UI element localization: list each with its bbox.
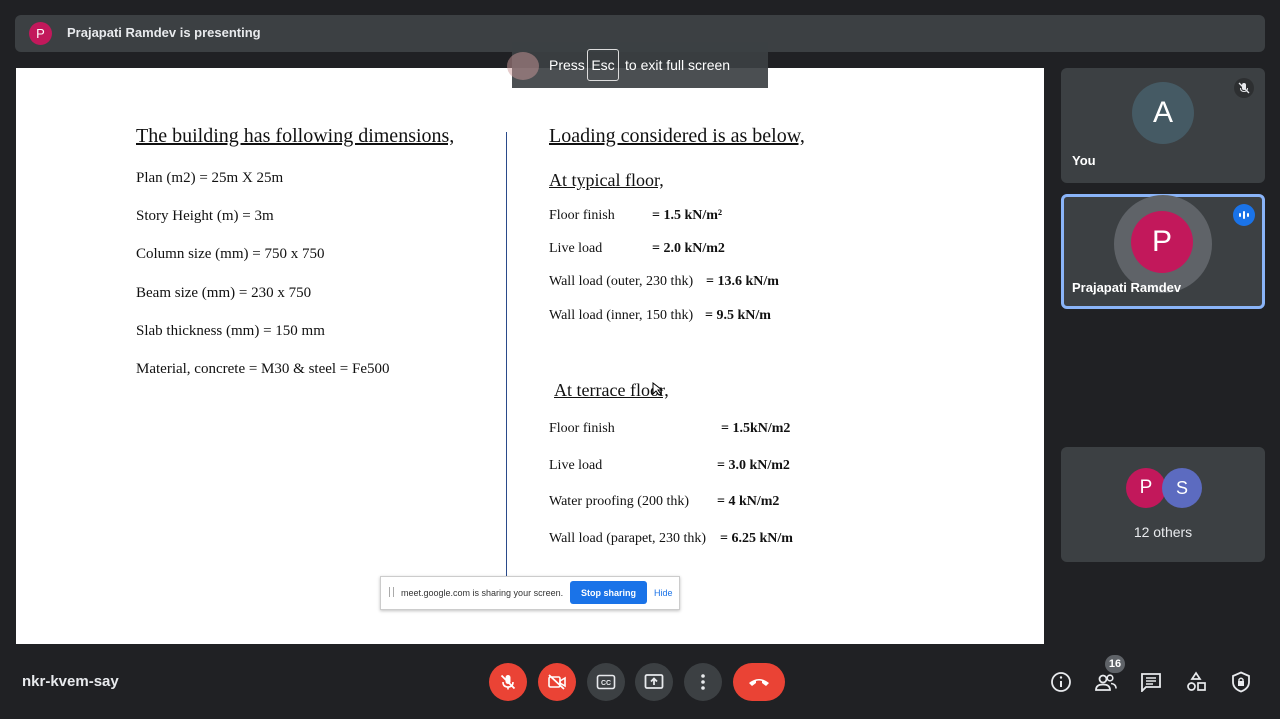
hint-press-text: Press: [549, 57, 585, 73]
cursor-icon: [652, 382, 664, 396]
chat-button[interactable]: [1138, 669, 1164, 695]
mic-off-icon: [1234, 78, 1254, 98]
other-avatar: S: [1162, 468, 1202, 508]
load-value: = 1.5 kN/m²: [652, 208, 723, 223]
present-icon: [644, 674, 664, 689]
load-label: Wall load (parapet, 230 thk): [549, 531, 707, 546]
load-label: Water proofing (200 thk): [549, 494, 689, 509]
slide-divider: [506, 132, 507, 578]
present-button[interactable]: [635, 663, 673, 701]
mic-toggle-button[interactable]: [489, 663, 527, 701]
load-label: Wall load (outer, 230 thk): [549, 274, 694, 289]
hint-rest-text: to exit full screen: [625, 57, 731, 73]
mic-off-icon: [500, 674, 516, 690]
dimension-line: Column size (mm) = 750 x 750: [136, 246, 325, 262]
camera-off-icon: [548, 674, 566, 690]
load-value: = 2.0 kN/m2: [652, 241, 725, 256]
presenter-name: Prajapati Ramdev: [1072, 280, 1182, 295]
dimension-line: Slab thickness (mm) = 150 mm: [136, 323, 325, 339]
more-vert-icon: [701, 674, 705, 690]
people-count-badge: 16: [1105, 655, 1125, 673]
camera-toggle-button[interactable]: [538, 663, 576, 701]
dimension-line: Plan (m2) = 25m X 25m: [136, 170, 284, 186]
activities-button[interactable]: [1183, 669, 1209, 695]
chat-icon: [1141, 673, 1161, 692]
fullscreen-hint: Press Esc to exit full screen: [507, 42, 768, 88]
load-value: = 9.5 kN/m: [705, 308, 771, 323]
meeting-details-button[interactable]: [1048, 669, 1074, 695]
dimension-line: Story Height (m) = 3m: [136, 208, 274, 224]
stop-sharing-button[interactable]: Stop sharing: [570, 581, 647, 604]
end-call-icon: [749, 679, 769, 686]
esc-key: Esc: [587, 49, 619, 81]
typical-floor-heading: At typical floor,: [549, 170, 664, 190]
load-value: = 3.0 kN/m2: [717, 458, 790, 473]
load-label: Floor finish: [549, 208, 615, 223]
screen-share-bar: meet.google.com is sharing your screen. …: [380, 576, 680, 610]
meeting-code: nkr-kvem-say: [22, 673, 119, 690]
tile-you[interactable]: A You: [1061, 68, 1265, 183]
loading-heading: Loading considered is as below,: [549, 125, 805, 147]
presenter-tile-avatar: P: [1131, 211, 1193, 273]
others-count: 12 others: [1133, 524, 1193, 540]
load-label: Wall load (inner, 150 thk): [549, 308, 694, 323]
you-name: You: [1072, 153, 1096, 168]
captions-button[interactable]: CC: [587, 663, 625, 701]
people-button[interactable]: 16: [1093, 655, 1125, 695]
svg-text:CC: CC: [601, 680, 611, 687]
load-value: = 4 kN/m2: [717, 494, 780, 509]
activities-icon: [1187, 671, 1206, 691]
dimensions-heading: The building has following dimensions,: [136, 125, 455, 147]
hide-link[interactable]: Hide: [654, 588, 673, 598]
tile-others[interactable]: P S 12 others: [1061, 447, 1265, 562]
host-controls-button[interactable]: [1228, 669, 1254, 695]
load-label: Live load: [549, 241, 603, 256]
you-avatar: A: [1132, 82, 1194, 144]
load-value: = 13.6 kN/m: [706, 274, 779, 289]
captions-icon: CC: [596, 674, 616, 690]
dimension-line: Beam size (mm) = 230 x 750: [136, 285, 312, 301]
leave-call-button[interactable]: [733, 663, 785, 701]
host-controls-icon: [1232, 671, 1250, 693]
dimension-line: Material, concrete = M30 & steel = Fe500: [136, 361, 390, 377]
load-label: Floor finish: [549, 421, 615, 436]
info-icon: [1051, 672, 1071, 692]
load-label: Live load: [549, 458, 603, 473]
other-avatar: P: [1126, 468, 1166, 508]
more-options-button[interactable]: [684, 663, 722, 701]
audio-level-icon: [1233, 204, 1255, 226]
ghost-avatar: [507, 52, 539, 80]
share-message: meet.google.com is sharing your screen.: [401, 588, 564, 598]
people-icon: [1095, 674, 1117, 691]
load-value: = 1.5kN/m2: [721, 421, 791, 436]
tile-presenter[interactable]: P Prajapati Ramdev: [1061, 194, 1265, 309]
drag-handle[interactable]: [389, 587, 394, 597]
load-value: = 6.25 kN/m: [720, 531, 793, 546]
presenter-avatar: P: [29, 22, 52, 45]
presenting-text: Prajapati Ramdev is presenting: [67, 25, 261, 40]
shared-screen: The building has following dimensions, P…: [16, 68, 1044, 644]
